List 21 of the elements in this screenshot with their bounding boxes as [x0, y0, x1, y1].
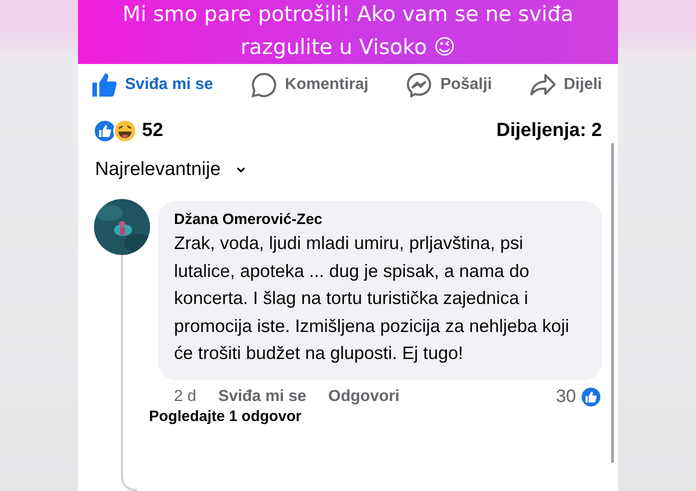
like-reaction-icon [580, 386, 602, 408]
action-button[interactable]: Sviđa mi se [88, 66, 216, 102]
sort-dropdown[interactable]: Najrelevantnije [95, 159, 247, 181]
view-replies-link[interactable]: Pogledajte 1 odgovor [149, 408, 602, 424]
banner-text: razgulite u Visoko 😉 [239, 34, 456, 61]
comment-time[interactable]: 2 d [174, 388, 196, 406]
share-count[interactable]: Dijeljenja: 2 [496, 120, 602, 142]
comment-like-count: 30 [556, 386, 576, 407]
comment-text: Zrak, voda, ljudi mladi umiru, prljavština, psi lutalice, apoteka ... dug je spisak, a nama do koncerta. I šlag na tortu turistička zajednica i promocija iste. Izmišljena pozicija za nehljeba koji će trošiti budžet na gluposti. Ej tugo! [174, 232, 570, 365]
banner-text: Mi smo pare potrošili! Ako vam se ne sviđa [121, 1, 575, 28]
speech-bubble-icon [250, 70, 278, 98]
messenger-icon [405, 70, 434, 98]
laughing-emoji-icon [113, 119, 137, 143]
reply-link[interactable]: Odgovori [328, 388, 400, 406]
action-button[interactable]: Komentiraj [248, 66, 370, 102]
like-link[interactable]: Sviđa mi se [218, 388, 306, 406]
reaction-count[interactable]: 52 [142, 120, 164, 142]
thumbs-up-icon [90, 70, 118, 98]
action-button[interactable]: Pošalji [403, 66, 494, 102]
action-button[interactable]: Dijeli [526, 66, 604, 102]
comment-author[interactable]: Džana Omerović-Zec [174, 211, 586, 228]
